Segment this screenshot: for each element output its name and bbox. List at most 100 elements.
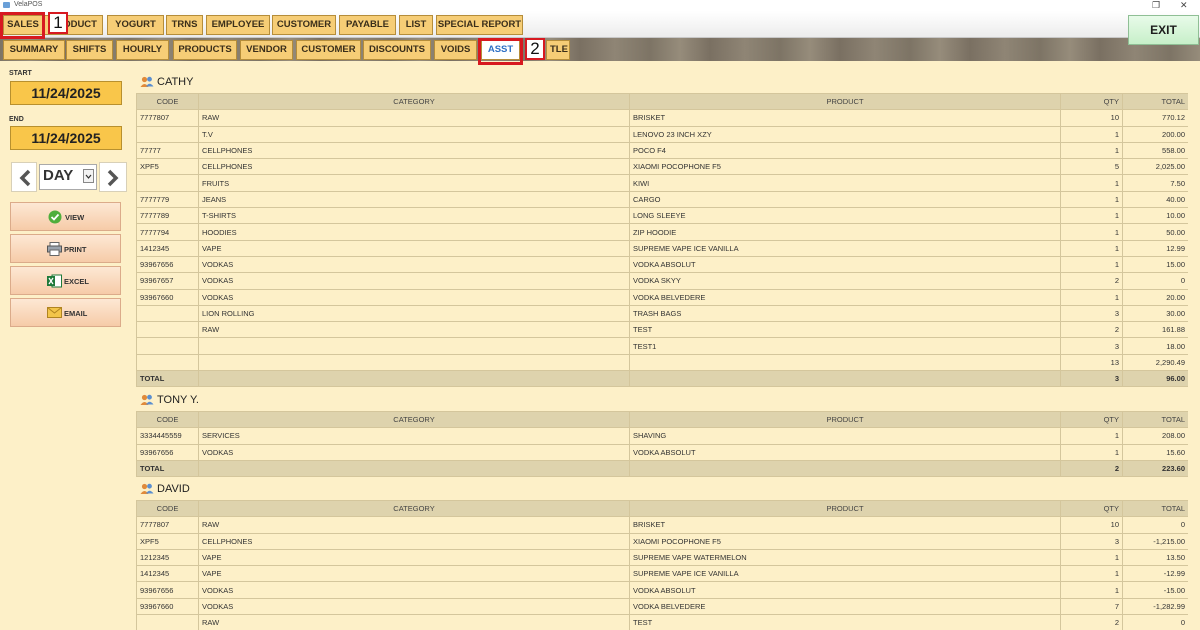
- tab-payable[interactable]: PAYABLE: [339, 15, 396, 35]
- table-row[interactable]: 3334445559 SERVICES SHAVING 1 208.00: [136, 427, 1188, 445]
- cell-product: TRASH BAGS: [629, 304, 1061, 323]
- cell-qty: 3: [1060, 532, 1123, 550]
- users-icon: [140, 393, 154, 411]
- cell-code: 77777: [136, 141, 199, 160]
- cell-qty: 1: [1060, 427, 1123, 445]
- table-row[interactable]: XPF5 CELLPHONES XIAOMI POCOPHONE F5 5 2,025.…: [136, 158, 1188, 176]
- subtab-discounts[interactable]: DISCOUNTS: [363, 40, 431, 60]
- total-qty: 2: [1060, 459, 1123, 478]
- column-header-category[interactable]: CATEGORY: [198, 499, 630, 518]
- column-header-qty[interactable]: QTY: [1060, 92, 1123, 111]
- column-header-code[interactable]: CODE: [136, 410, 199, 429]
- column-header-qty[interactable]: QTY: [1060, 499, 1123, 518]
- subtab-hourly[interactable]: HOURLY: [116, 40, 169, 60]
- table-row[interactable]: RAW TEST 2 161.88: [136, 321, 1188, 339]
- exit-button[interactable]: EXIT: [1128, 15, 1199, 45]
- cell-category: VODKAS: [198, 288, 630, 306]
- cell-category: CELLPHONES: [198, 141, 630, 160]
- cell-total: 10.00: [1122, 207, 1188, 225]
- employee-header: TONY Y.: [136, 390, 1188, 411]
- table-row[interactable]: 93967660 VODKAS VODKA BELVEDERE 1 20.00: [136, 288, 1188, 306]
- table-row[interactable]: 93967656 VODKAS VODKA ABSOLUT 1 15.60: [136, 443, 1188, 461]
- cell-qty: 1: [1060, 141, 1123, 160]
- subtab-customer[interactable]: CUSTOMER: [296, 40, 361, 60]
- tab-special-report[interactable]: SPECIAL REPORT: [436, 15, 523, 35]
- tab-customer[interactable]: CUSTOMER: [272, 15, 336, 35]
- table-row[interactable]: FRUITS KIWI 1 7.50: [136, 174, 1188, 192]
- period-dropdown[interactable]: DAY: [39, 164, 97, 190]
- column-header-total[interactable]: TOTAL: [1122, 410, 1188, 429]
- subtab-vendor[interactable]: VENDOR: [240, 40, 293, 60]
- subtab-shifts[interactable]: SHIFTS: [66, 40, 113, 60]
- view-label: VIEW: [65, 213, 85, 222]
- cell-category: SERVICES: [198, 427, 630, 445]
- table-row[interactable]: 7777789 T-SHIRTS LONG SLEEYE 1 10.00: [136, 207, 1188, 225]
- excel-button[interactable]: EXCEL: [10, 266, 121, 295]
- subtab-summary[interactable]: SUMMARY: [3, 40, 65, 60]
- close-icon[interactable]: ✕: [1180, 0, 1188, 10]
- chevron-right-icon: [107, 169, 119, 187]
- table-row[interactable]: 93967660 VODKAS VODKA BELVEDERE 7 -1,282.99: [136, 597, 1188, 616]
- column-header-total[interactable]: TOTAL: [1122, 499, 1188, 518]
- table-row[interactable]: 93967657 VODKAS VODKA SKYY 2 0: [136, 272, 1188, 290]
- restore-icon[interactable]: ❐: [1152, 0, 1160, 10]
- table-row[interactable]: 1412345 VAPE SUPREME VAPE ICE VANILLA 1 -12.…: [136, 565, 1188, 583]
- table-row[interactable]: 13 2,290.49: [136, 353, 1188, 372]
- table-row[interactable]: 7777807 RAW BRISKET 10 0: [136, 516, 1188, 534]
- subtab-voids[interactable]: VOIDS: [434, 40, 477, 60]
- end-date-field[interactable]: 11/24/2025: [10, 126, 122, 150]
- tab-list[interactable]: LIST: [399, 15, 433, 35]
- column-header-product[interactable]: PRODUCT: [629, 499, 1061, 518]
- view-button[interactable]: VIEW: [10, 202, 121, 231]
- cell-qty: 1: [1060, 174, 1123, 192]
- cell-product: XIAOMI POCOPHONE F5: [629, 532, 1061, 550]
- table-row[interactable]: T.V LENOVO 23 INCH XZY 1 200.00: [136, 125, 1188, 143]
- column-header-category[interactable]: CATEGORY: [198, 92, 630, 111]
- cell-product: LENOVO 23 INCH XZY: [629, 125, 1061, 143]
- cell-code: [136, 174, 199, 192]
- start-date-field[interactable]: 11/24/2025: [10, 81, 122, 105]
- cell-qty: 7: [1060, 597, 1123, 616]
- table-row[interactable]: 77777 CELLPHONES POCO F4 1 558.00: [136, 141, 1188, 160]
- column-header-product[interactable]: PRODUCT: [629, 410, 1061, 429]
- column-header-code[interactable]: CODE: [136, 92, 199, 111]
- email-button[interactable]: EMAIL: [10, 298, 121, 327]
- tab-trns[interactable]: TRNS: [166, 15, 203, 35]
- previous-period-button[interactable]: [11, 162, 37, 192]
- subtab-tle[interactable]: TLE: [546, 40, 570, 60]
- table-row[interactable]: 7777794 HOODIES ZIP HOODIE 1 50.00: [136, 223, 1188, 241]
- table-row[interactable]: 1212345 VAPE SUPREME VAPE WATERMELON 1 13.50: [136, 548, 1188, 567]
- cell-qty: 1: [1060, 125, 1123, 143]
- column-header-category[interactable]: CATEGORY: [198, 410, 630, 429]
- table-row[interactable]: 7777779 JEANS CARGO 1 40.00: [136, 190, 1188, 209]
- column-header-total[interactable]: TOTAL: [1122, 92, 1188, 111]
- column-header-code[interactable]: CODE: [136, 499, 199, 518]
- table-row[interactable]: LION ROLLING TRASH BAGS 3 30.00: [136, 304, 1188, 323]
- cell-qty: 5: [1060, 158, 1123, 176]
- report-content: CATHY CODE CATEGORY PRODUCT QTY TOTAL 7777807 R…: [136, 72, 1188, 630]
- table-row[interactable]: 93967656 VODKAS VODKA ABSOLUT 1 15.00: [136, 255, 1188, 274]
- subtab-products[interactable]: PRODUCTS: [173, 40, 237, 60]
- cell-code: [136, 337, 199, 355]
- cell-qty: 1: [1060, 207, 1123, 225]
- table-row[interactable]: XPF5 CELLPHONES XIAOMI POCOPHONE F5 3 -1,215…: [136, 532, 1188, 550]
- table-row[interactable]: 1412345 VAPE SUPREME VAPE ICE VANILLA 1 12.9…: [136, 239, 1188, 257]
- total-empty-cell: [198, 370, 630, 388]
- table-row[interactable]: 7777807 RAW BRISKET 10 770.12: [136, 109, 1188, 127]
- table-row[interactable]: TEST1 3 18.00: [136, 337, 1188, 355]
- cell-qty: 1: [1060, 223, 1123, 241]
- tab-yogurt[interactable]: YOGURT: [107, 15, 164, 35]
- cell-qty: 1: [1060, 255, 1123, 274]
- cell-code: [136, 353, 199, 372]
- cell-category: VAPE: [198, 565, 630, 583]
- next-period-button[interactable]: [99, 162, 127, 192]
- column-header-qty[interactable]: QTY: [1060, 410, 1123, 429]
- table-row[interactable]: 93967656 VODKAS VODKA ABSOLUT 1 -15.00: [136, 581, 1188, 599]
- cell-category: VODKAS: [198, 443, 630, 461]
- tab-employee[interactable]: EMPLOYEE: [206, 15, 270, 35]
- cell-total: 18.00: [1122, 337, 1188, 355]
- column-header-product[interactable]: PRODUCT: [629, 92, 1061, 111]
- print-button[interactable]: PRINT: [10, 234, 121, 263]
- cell-code: 93967660: [136, 597, 199, 616]
- table-row[interactable]: RAW TEST 2 0: [136, 614, 1188, 630]
